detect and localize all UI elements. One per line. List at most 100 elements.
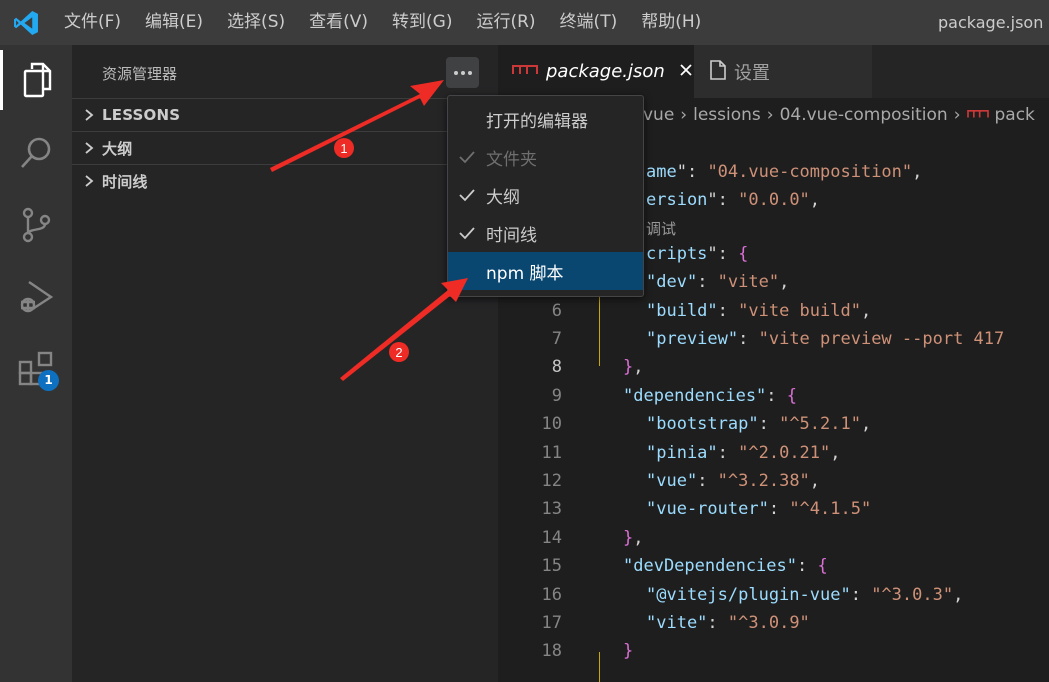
code-token: ":	[707, 243, 739, 264]
code-token: ,	[633, 357, 644, 378]
menu-item: 文件夹	[448, 138, 643, 176]
breadcrumb-item[interactable]: lessions	[693, 105, 761, 125]
code-line: "devDependencies": {	[623, 556, 828, 576]
extensions-badge: 1	[38, 370, 59, 391]
code-token: "preview"	[646, 329, 739, 349]
section-label: 大纲	[102, 139, 133, 158]
code-token: "vite"	[717, 272, 780, 293]
code-token: {	[738, 243, 749, 264]
code-line: "preview": "vite preview --port 417	[646, 329, 1004, 349]
code-token: ,	[860, 414, 872, 435]
menu-item[interactable]: 编辑(E)	[133, 0, 215, 45]
code-token: "dev"	[646, 272, 698, 293]
menu-item[interactable]: 运行(R)	[464, 0, 547, 45]
code-token: :	[850, 584, 872, 605]
source-control-icon[interactable]	[0, 195, 72, 255]
tab-label: 设置	[734, 62, 770, 84]
menu-item[interactable]: 转到(G)	[380, 0, 464, 45]
code-token: :	[766, 385, 787, 406]
code-token: "^4.1.5"	[789, 499, 872, 520]
line-number: 15	[541, 556, 562, 577]
code-token: "pinia"	[646, 442, 718, 463]
line-number: 13	[541, 499, 562, 520]
check-icon	[448, 226, 486, 240]
code-token: :	[707, 613, 728, 633]
code-token: cripts	[646, 243, 708, 264]
code-token: "^3.0.3"	[871, 584, 954, 605]
code-token: ,	[953, 584, 964, 605]
chevron-right-icon	[72, 141, 102, 155]
line-number: 17	[541, 613, 562, 633]
ellipsis-icon	[453, 70, 472, 75]
code-token: :	[697, 272, 718, 293]
search-icon[interactable]	[0, 123, 72, 183]
code-token: "vue"	[646, 471, 698, 491]
menu-item[interactable]: 选择(S)	[215, 0, 297, 45]
code-token: "vite build"	[738, 300, 861, 321]
menu-item[interactable]: 时间线	[448, 214, 643, 252]
breadcrumb-item[interactable]: pack	[995, 105, 1035, 125]
code-line: },	[623, 357, 644, 377]
menu-item[interactable]: 文件(F)	[52, 0, 133, 45]
check-icon	[448, 188, 486, 202]
section-outline[interactable]: 大纲	[72, 131, 498, 164]
code-line: }	[623, 641, 633, 661]
views-dropdown-menu: 打开的编辑器 文件夹大纲时间线 npm 脚本	[447, 95, 644, 297]
code-line: ersion": "0.0.0",	[646, 190, 820, 210]
code-token: "vue-router"	[646, 499, 769, 520]
code-line: "dev": "vite",	[646, 272, 789, 292]
extensions-icon[interactable]	[0, 339, 72, 399]
menu-item[interactable]: 查看(V)	[297, 0, 380, 45]
tab-settings[interactable]: 设置	[694, 45, 872, 98]
tab-package-json[interactable]: package.json	[498, 45, 694, 98]
code-line: },	[623, 528, 644, 548]
code-line: "build": "vite build",	[646, 301, 871, 321]
menu-item-label: 文件夹	[486, 149, 537, 170]
breadcrumb-item[interactable]: vue	[643, 105, 674, 125]
line-number: 8	[551, 357, 562, 378]
menu-item[interactable]: 打开的编辑器	[448, 100, 643, 138]
code-line: "vue-router": "^4.1.5"	[646, 499, 871, 519]
section-lessons[interactable]: LESSONS	[72, 98, 498, 131]
code-token: {	[817, 556, 828, 577]
menu-item[interactable]: 帮助(H)	[629, 0, 713, 45]
code-token: "^5.2.1"	[779, 414, 861, 435]
line-number: 16	[541, 584, 562, 605]
menu-item-label: 打开的编辑器	[486, 111, 588, 132]
menu-item[interactable]: 大纲	[448, 176, 643, 214]
breadcrumb-item[interactable]: 04.vue-composition	[780, 105, 948, 125]
code-token: ,	[912, 162, 923, 182]
code-token: :	[758, 414, 780, 435]
code-token: {	[786, 385, 798, 406]
code-token: ersion	[646, 190, 708, 211]
codelens-debug[interactable]: 调试	[646, 218, 676, 239]
code-token: ame	[646, 162, 677, 182]
line-number: 10	[541, 414, 562, 435]
code-token: "devDependencies"	[623, 556, 797, 577]
explorer-icon[interactable]	[0, 50, 72, 110]
code-line: "bootstrap": "^5.2.1",	[646, 414, 871, 434]
code-token: "^3.0.9"	[727, 613, 810, 633]
menu-item[interactable]: npm 脚本	[448, 252, 643, 290]
chevron-right-icon: ›	[680, 105, 688, 125]
chevron-right-icon	[72, 174, 102, 188]
code-token: :	[697, 471, 718, 491]
code-line: "@vitejs/plugin-vue": "^3.0.3",	[646, 585, 963, 605]
code-token: :	[717, 442, 739, 463]
code-token: ":	[676, 162, 708, 182]
code-line: "vue": "^3.2.38",	[646, 471, 820, 491]
run-debug-icon[interactable]	[0, 267, 72, 327]
code-line: cripts": {	[646, 244, 748, 264]
code-token: "bootstrap"	[646, 414, 759, 435]
menu-item[interactable]: 终端(T)	[548, 0, 630, 45]
code-token: "04.vue-composition"	[707, 162, 913, 182]
close-icon[interactable]	[679, 62, 693, 81]
menu-item-label: 时间线	[486, 225, 537, 246]
sidebar-title: 资源管理器	[102, 65, 178, 83]
code-token: "@vitejs/plugin-vue"	[646, 584, 851, 605]
code-token: :	[717, 300, 739, 321]
more-actions-button[interactable]	[446, 57, 479, 88]
section-timeline[interactable]: 时间线	[72, 164, 498, 197]
chevron-right-icon: ›	[766, 105, 774, 125]
activity-bar: 1	[0, 45, 72, 682]
